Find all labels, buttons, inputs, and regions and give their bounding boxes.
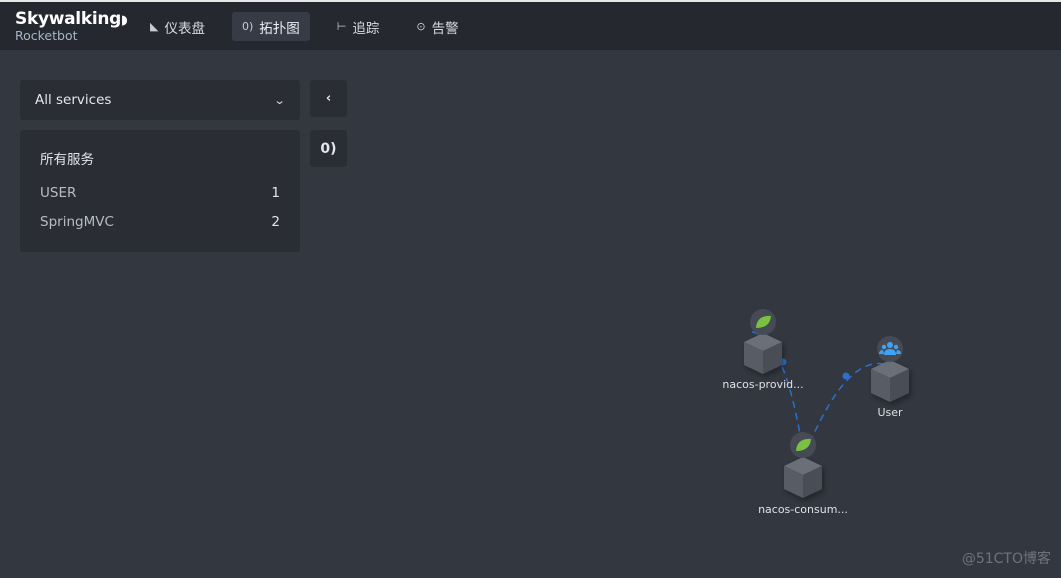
logo-sub: Rocketbot bbox=[15, 28, 78, 43]
node-user[interactable] bbox=[871, 360, 909, 402]
nav-label: 告警 bbox=[431, 20, 459, 37]
chevron-left-icon: ‹ bbox=[325, 91, 332, 106]
topology-view-button[interactable]: 0) bbox=[310, 130, 347, 167]
logo-moon-icon: ◗ bbox=[121, 13, 128, 28]
node-label: nacos-provid... bbox=[722, 378, 803, 391]
alarm-icon: ⊙ bbox=[416, 20, 426, 33]
service-select[interactable]: All services ⌄ bbox=[20, 80, 300, 120]
logo-main: Skywalking bbox=[15, 9, 122, 29]
service-name: USER bbox=[40, 185, 77, 201]
nav-alarm[interactable]: ⊙ 告警 bbox=[406, 12, 468, 41]
dashboard-icon: ◣ bbox=[150, 20, 159, 33]
nav-trace[interactable]: ⊢ 追踪 bbox=[327, 12, 390, 41]
node-label: nacos-consum... bbox=[758, 503, 848, 516]
nav-dashboard[interactable]: ◣ 仪表盘 bbox=[140, 12, 215, 41]
trace-icon: ⊢ bbox=[336, 20, 347, 33]
top-nav-bar: Skywalking◗ Rocketbot ◣ 仪表盘 0) 拓扑图 ⊢ 追踪 … bbox=[0, 2, 1061, 50]
nav-label: 拓扑图 bbox=[259, 20, 300, 37]
nav-label: 追踪 bbox=[352, 20, 380, 37]
nav-label: 仪表盘 bbox=[164, 20, 205, 37]
main-nav: ◣ 仪表盘 0) 拓扑图 ⊢ 追踪 ⊙ 告警 bbox=[140, 12, 486, 41]
node-provider[interactable] bbox=[744, 333, 782, 374]
service-name: SpringMVC bbox=[40, 214, 114, 230]
service-count: 2 bbox=[271, 214, 280, 230]
nav-topology[interactable]: 0) 拓扑图 bbox=[231, 12, 310, 41]
edge-midpoint[interactable] bbox=[842, 372, 850, 380]
chevron-down-icon: ⌄ bbox=[273, 93, 286, 107]
service-select-value: All services bbox=[35, 92, 112, 108]
topology-icon: 0) bbox=[241, 20, 254, 33]
services-panel-title: 所有服务 bbox=[40, 152, 94, 168]
topology-icon: 0) bbox=[320, 140, 337, 157]
services-panel: 所有服务 USER 1 SpringMVC 2 bbox=[20, 130, 300, 252]
service-count: 1 bbox=[271, 185, 280, 201]
service-row[interactable]: SpringMVC 2 bbox=[40, 215, 280, 244]
collapse-panel-button[interactable]: ‹ bbox=[310, 80, 347, 117]
logo[interactable]: Skywalking◗ Rocketbot bbox=[15, 11, 128, 43]
node-consumer[interactable] bbox=[784, 457, 822, 498]
watermark: @51CTO博客 bbox=[961, 551, 1051, 567]
service-row[interactable]: USER 1 bbox=[40, 186, 280, 215]
node-label: User bbox=[877, 406, 903, 419]
